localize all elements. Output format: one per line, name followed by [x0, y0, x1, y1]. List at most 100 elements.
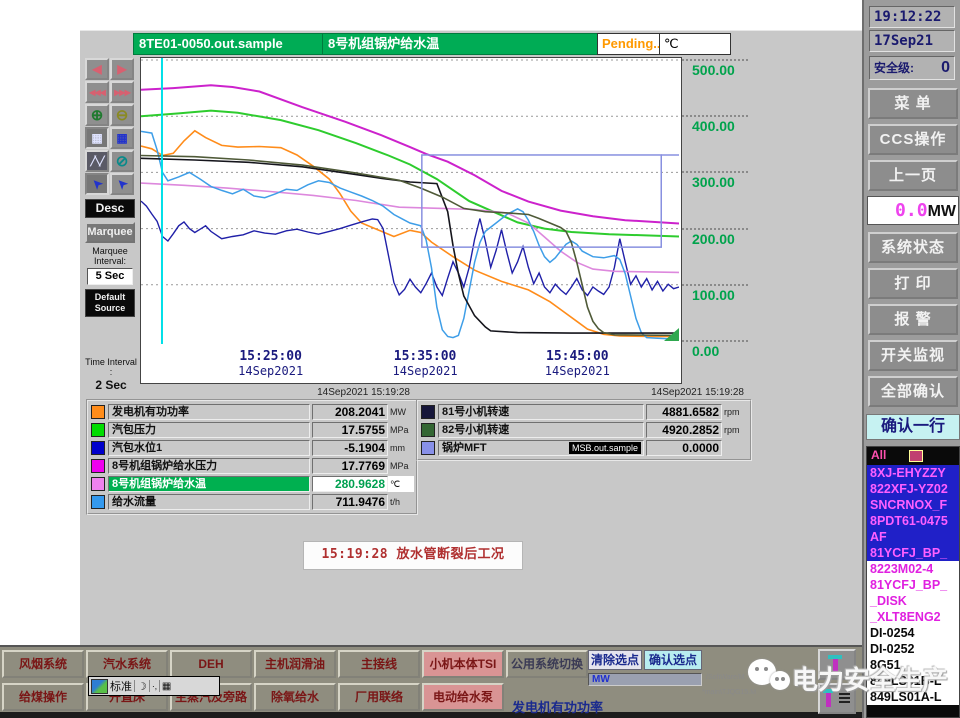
- alarm-item[interactable]: 8PDT61-0475: [867, 513, 959, 529]
- trend-curves-icon[interactable]: ╱╲╱: [85, 150, 109, 172]
- fast-forward-icon[interactable]: ▶▶▶: [110, 81, 134, 103]
- x-tick-time: 15:35:00: [393, 349, 457, 364]
- legend-row[interactable]: 汽包压力 17.5755 MPa: [90, 422, 414, 438]
- ime-keyboard-icon[interactable]: ▦: [162, 681, 171, 692]
- alarm-item[interactable]: SNCRNOX_F: [867, 497, 959, 513]
- default-source-button[interactable]: Default Source: [85, 289, 135, 317]
- sidebar-button-print[interactable]: 打 印: [868, 268, 958, 299]
- bottom-nav-button[interactable]: 小机本体TSI: [422, 650, 504, 678]
- alarm-item[interactable]: _XLT8ENG2: [867, 609, 959, 625]
- sidebar-button-switch-monitor[interactable]: 开关监视: [868, 340, 958, 371]
- y-tick-label: 300.00: [692, 174, 735, 191]
- fast-back-icon[interactable]: ◀◀◀: [85, 81, 109, 103]
- bottom-nav-button[interactable]: 给煤操作: [2, 683, 84, 711]
- sidebar-button-system-status[interactable]: 系统状态: [868, 232, 958, 263]
- grid-view-icon[interactable]: ▦: [110, 127, 134, 149]
- unit-select-field[interactable]: MW: [588, 673, 702, 686]
- marquee-interval-value[interactable]: 5 Sec: [87, 268, 133, 285]
- confirm-selection-button[interactable]: 确认选点: [644, 650, 702, 670]
- pen-name: 8号机组锅炉给水温: [108, 476, 310, 492]
- bottom-nav-button[interactable]: 除氧给水: [254, 683, 336, 711]
- legend-row[interactable]: 8号机组锅炉给水温 280.9628 ℃: [90, 476, 414, 492]
- pen-value: 17.5755: [312, 422, 388, 438]
- pen-color-swatch: [91, 405, 105, 419]
- legend-row[interactable]: 锅炉MFT MSB.out.sample 0.0000: [420, 440, 748, 456]
- legend-timestamp-right: 14Sep2021 15:19:28: [651, 387, 744, 398]
- sidebar-button-alarm[interactable]: 报 警: [868, 304, 958, 335]
- alarm-item[interactable]: 8XJ-EHYZZY: [867, 465, 959, 481]
- trend-list-tool-button[interactable]: [818, 683, 856, 714]
- bottom-nav-button[interactable]: 风烟系统: [2, 650, 84, 678]
- trend-list-icon-bar: [826, 693, 831, 707]
- ime-toolbar[interactable]: 标准 ☽ ·‚ ▦: [88, 676, 220, 696]
- clear-selection-button[interactable]: 清除选点: [588, 650, 642, 670]
- sidebar-button-ack-all[interactable]: 全部确认: [868, 376, 958, 407]
- ime-mode-label[interactable]: 标准: [110, 678, 132, 694]
- sidebar-button-prev-page[interactable]: 上一页: [868, 160, 958, 191]
- pen-color-swatch: [421, 441, 435, 455]
- alarm-filter-all-label[interactable]: All: [871, 448, 886, 462]
- alarm-item[interactable]: DI-0254: [867, 625, 959, 641]
- alarm-item[interactable]: 8223M02-4: [867, 561, 959, 577]
- trend-application-window: 8TE01-0050.out.sample 8号机组锅炉给水温 Pending.…: [0, 0, 960, 718]
- marquee-button[interactable]: Marquee: [85, 222, 135, 243]
- bottom-nav-button[interactable]: 电动给水泵: [422, 683, 504, 711]
- pen-unit: mm: [390, 443, 405, 453]
- sidebar-button-ccs[interactable]: CCS操作: [868, 124, 958, 155]
- bottom-nav-button[interactable]: 汽水系统: [86, 650, 168, 678]
- desc-button[interactable]: Desc: [85, 199, 135, 218]
- x-tick-date: 14Sep2021: [238, 364, 304, 378]
- alarm-item[interactable]: AF: [867, 529, 959, 545]
- bottom-nav-button[interactable]: 公用系统切换: [506, 650, 588, 678]
- zoom-out-icon[interactable]: ⊖: [110, 104, 134, 126]
- pointer-alt-icon[interactable]: ➤: [110, 173, 134, 195]
- legend-row[interactable]: 给水流量 711.9476 t/h: [90, 494, 414, 510]
- point-tag-box[interactable]: 8TE01-0050.out.sample: [133, 33, 331, 55]
- bottom-nav-button[interactable]: 厂用联络: [338, 683, 420, 711]
- trend-tool-button[interactable]: [818, 649, 856, 680]
- bottom-nav-button[interactable]: 主机润滑油: [254, 650, 336, 678]
- pen-value: 208.2041: [312, 404, 388, 420]
- ime-language-icon[interactable]: [91, 678, 108, 694]
- software-path-text: /SoftWare/M: [706, 674, 745, 681]
- marquee-selection-box: [421, 154, 662, 248]
- ime-punctuation-icon[interactable]: ·‚: [152, 681, 157, 691]
- ime-halfmoon-icon[interactable]: ☽: [137, 680, 147, 693]
- pen-value: 0.0000: [646, 440, 722, 456]
- legend-row[interactable]: 8号机组锅炉给水压力 17.7769 MPa: [90, 458, 414, 474]
- alarm-list-header[interactable]: All: [867, 447, 959, 465]
- security-level-label: 安全级:: [874, 61, 914, 75]
- bottom-nav-button[interactable]: 主接线: [338, 650, 420, 678]
- legend-row[interactable]: 汽包水位1 -5.1904 mm: [90, 440, 414, 456]
- disable-icon[interactable]: ⊘: [110, 150, 134, 172]
- alarm-item[interactable]: 849LS01B-L: [867, 673, 959, 689]
- trend-toolbar: ◀ ▶ ◀◀◀ ▶▶▶ ⊕ ⊖ ▦ ▦ ╱╲╱ ⊘ ➤ ➤ Desc Marquee Marquee …: [85, 58, 137, 392]
- pointer-icon[interactable]: ➤: [85, 173, 109, 195]
- x-axis: 15:25:00 14Sep2021 15:35:00 14Sep2021 15:45:…: [140, 346, 682, 384]
- alarm-item[interactable]: 8G51: [867, 657, 959, 673]
- acknowledge-row-button[interactable]: 确认一行: [866, 414, 960, 440]
- alarm-item[interactable]: DI-0252: [867, 641, 959, 657]
- alarm-filter-icon[interactable]: [909, 450, 923, 462]
- step-back-icon[interactable]: ◀: [85, 58, 109, 80]
- alarm-item[interactable]: 81YCFJ_BP_: [867, 545, 959, 561]
- step-forward-icon[interactable]: ▶: [110, 58, 134, 80]
- trend-plot-area[interactable]: [140, 57, 682, 347]
- pen-color-swatch: [91, 495, 105, 509]
- point-description-box[interactable]: 8号机组锅炉给水温: [322, 33, 606, 55]
- table-view-icon[interactable]: ▦: [85, 127, 109, 149]
- mw-display: 0.0MW: [867, 196, 959, 225]
- alarm-item[interactable]: 81YCFJ_BP_: [867, 577, 959, 593]
- sidebar-button-menu[interactable]: 菜 单: [868, 88, 958, 119]
- alarm-item[interactable]: 849LS01A-L: [867, 689, 959, 705]
- trend-line: [140, 182, 680, 274]
- bottom-nav-button[interactable]: DEH: [170, 650, 252, 678]
- legend-row[interactable]: 81号小机转速 4881.6582 rpm: [420, 404, 748, 420]
- x-tick-time: 15:25:00: [239, 349, 302, 364]
- y-tick-label: 200.00: [692, 230, 735, 247]
- legend-row[interactable]: 82号小机转速 4920.2852 rpm: [420, 422, 748, 438]
- alarm-item[interactable]: _DISK: [867, 593, 959, 609]
- zoom-in-icon[interactable]: ⊕: [85, 104, 109, 126]
- legend-row[interactable]: 发电机有功功率 208.2041 MW: [90, 404, 414, 420]
- alarm-item[interactable]: 822XFJ-YZ02: [867, 481, 959, 497]
